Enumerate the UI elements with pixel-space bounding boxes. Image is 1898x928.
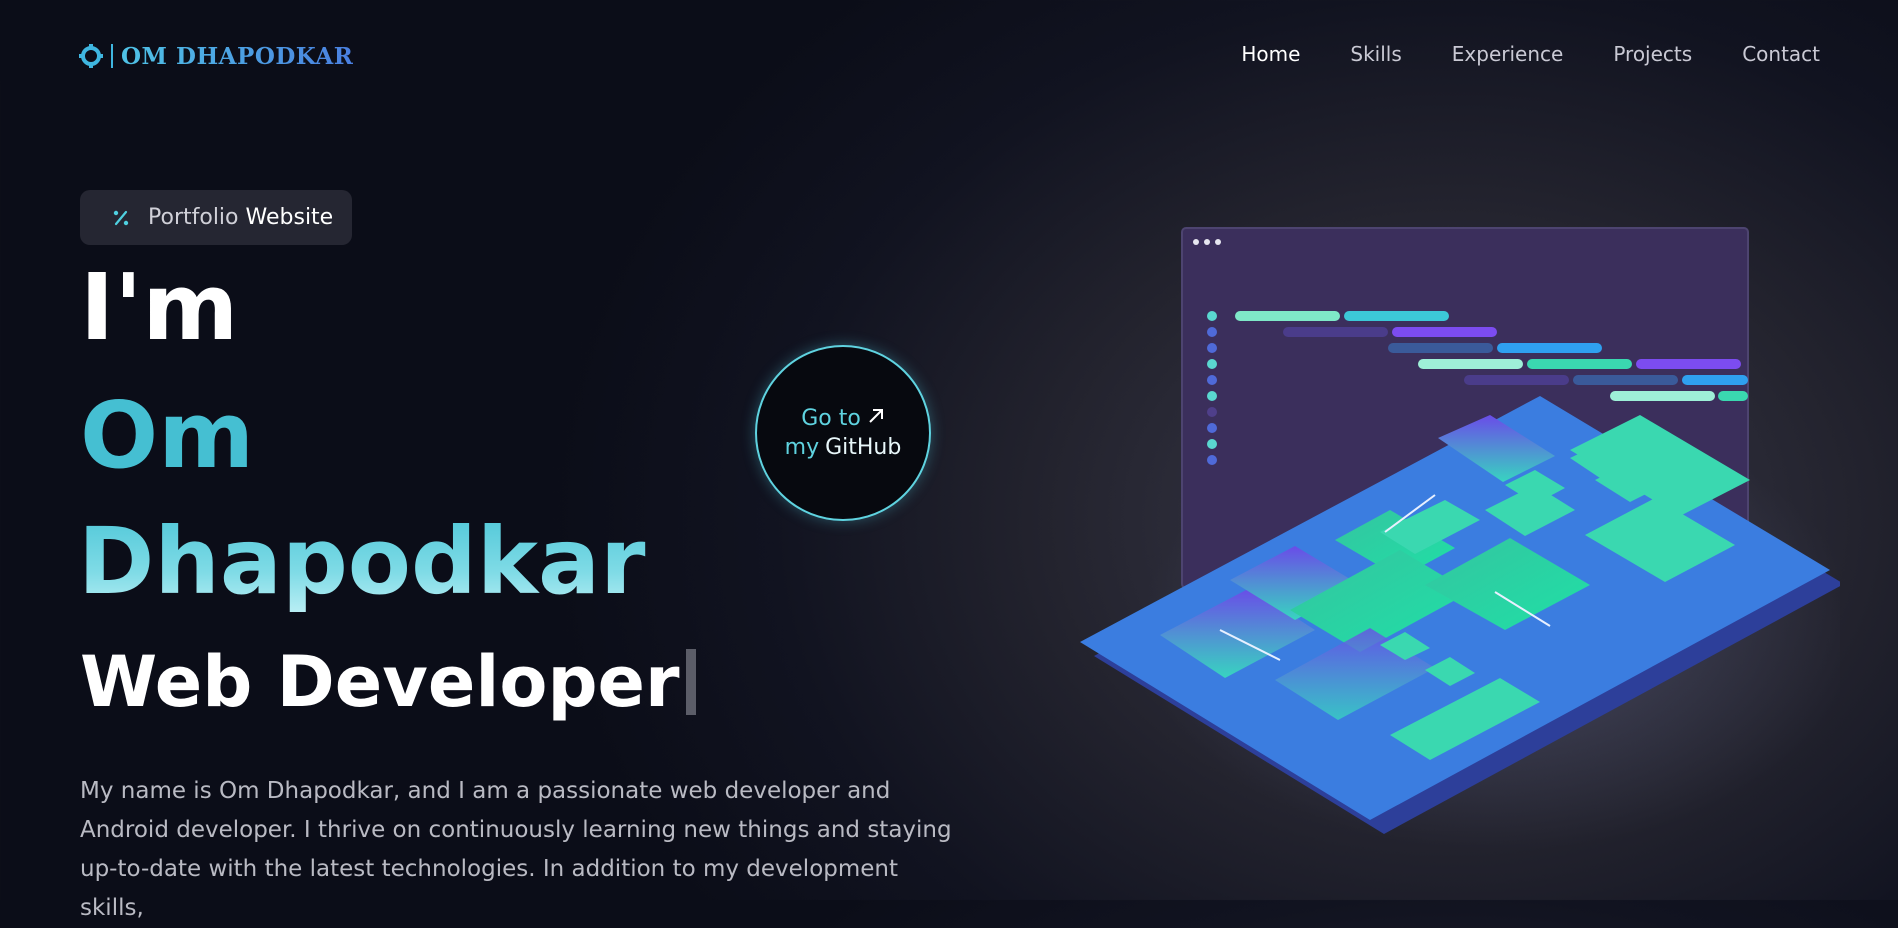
top-navbar: OM DHAPODKAR Home Skills Experience Proj… — [0, 0, 1898, 110]
hero-first-name: Om — [80, 382, 255, 489]
hero-role-text: Web Developer — [80, 641, 680, 723]
arrow-up-right-icon — [867, 404, 885, 433]
github-button-my: my — [784, 435, 820, 460]
typing-cursor — [685, 649, 696, 715]
site-logo[interactable]: OM DHAPODKAR — [79, 40, 353, 72]
isometric-dashboard-illustration — [1080, 227, 1860, 850]
percent-icon — [106, 203, 136, 233]
hero-role: Web Developer — [80, 642, 696, 722]
hero-illustration — [1080, 210, 1860, 850]
github-button-github: GitHub — [825, 435, 902, 460]
hero-greeting: I'm — [80, 254, 239, 361]
github-button-go-to: Go to — [801, 406, 861, 431]
badge-text: Portfolio Website — [148, 205, 333, 230]
github-button[interactable]: Go to my GitHub — [755, 345, 931, 521]
badge-suffix: Website — [245, 205, 334, 230]
nav-projects[interactable]: Projects — [1613, 42, 1692, 66]
github-button-line1: Go to — [801, 404, 885, 433]
github-button-line2: my GitHub — [785, 433, 902, 462]
nav-home[interactable]: Home — [1241, 42, 1300, 66]
portfolio-badge: Portfolio Website — [80, 190, 352, 245]
bio-paragraph: My name is Om Dhapodkar, and I am a pass… — [80, 778, 952, 921]
logo-gear-icon — [79, 44, 103, 68]
nav-skills[interactable]: Skills — [1350, 42, 1401, 66]
nav-experience[interactable]: Experience — [1452, 42, 1564, 66]
logo-divider — [111, 44, 113, 68]
hero-last-name: Dhapodkar — [78, 508, 646, 615]
main-nav: Home Skills Experience Projects Contact — [1241, 42, 1820, 66]
logo-text: OM DHAPODKAR — [121, 42, 354, 70]
badge-prefix: Portfolio — [148, 205, 239, 230]
nav-contact[interactable]: Contact — [1742, 42, 1820, 66]
